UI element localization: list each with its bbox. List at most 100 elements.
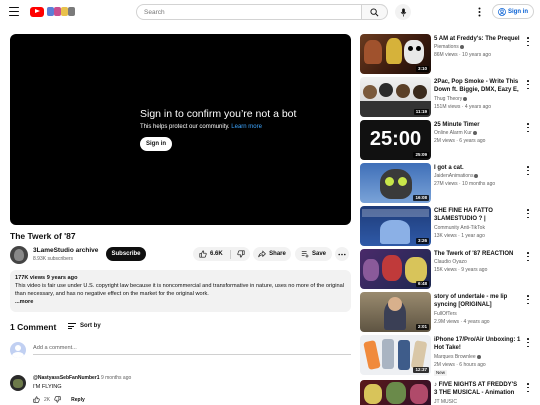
recommendation-meta: 2M views · 6 years ago (434, 138, 486, 144)
recommendation-item[interactable]: 6:48 The Twerk of '87 REACTION Claudio O… (360, 249, 535, 291)
new-badge: New (434, 370, 448, 376)
add-comment-input[interactable]: Add a comment... (33, 345, 351, 355)
channel-name-text: Piemations (434, 44, 459, 50)
comment-author[interactable]: @NastyassSebFanNumber1 (33, 375, 100, 381)
recommendation-title[interactable]: I got a cat. (434, 164, 522, 172)
channel-name-text: Thug Theory (434, 96, 463, 102)
video-thumbnail[interactable]: 3:26 (360, 206, 431, 246)
hamburger-menu-icon[interactable] (9, 7, 19, 16)
recommendation-menu-icon[interactable] (526, 37, 530, 46)
voice-search-button[interactable] (395, 4, 411, 20)
recommendation-meta: 13K views · 1 year ago (434, 233, 485, 239)
recommendation-menu-icon[interactable] (526, 338, 530, 347)
recommendation-title[interactable]: CHE FINE HA FATTO 3LAMESTUDIO ? | COMMUN… (434, 207, 522, 223)
video-thumbnail[interactable]: 2:01 (360, 292, 431, 332)
video-duration: 3:26 (415, 238, 429, 244)
more-actions-button[interactable] (335, 247, 349, 261)
show-more-link[interactable]: ...more (15, 298, 346, 306)
video-thumbnail[interactable]: 3:10 (360, 34, 431, 74)
recommendation-title[interactable]: story of undertale - me lip syncing [ORI… (434, 293, 522, 309)
recommendation-menu-icon[interactable] (526, 383, 530, 392)
recommendation-title[interactable]: 5 AM at Freddy's: The Prequel (434, 35, 522, 43)
settings-menu-button[interactable] (475, 6, 483, 18)
video-thumbnail[interactable]: 6:48 (360, 249, 431, 289)
video-title: The Twerk of '87 (10, 231, 76, 241)
account-circle-icon (498, 7, 506, 16)
video-thumbnail[interactable]: 16:08 (360, 163, 431, 203)
player-signin-button[interactable]: Sign in (140, 137, 172, 151)
recommendation-title[interactable]: The Twerk of '87 REACTION (434, 250, 522, 258)
recommendation-title[interactable]: 2Pac, Pop Smoke - Write This Down ft. Bi… (434, 78, 522, 94)
search-field[interactable] (136, 4, 362, 20)
description-box[interactable]: 177K views 9 years ago This video is fai… (10, 270, 351, 312)
recommendation-title[interactable]: iPhone 17/Pro/Air Unboxing: 1 Hot Take! (434, 336, 522, 352)
recommendation-channel: Thug Theory (434, 96, 468, 102)
recommendation-item[interactable]: 12:37 iPhone 17/Pro/Air Unboxing: 1 Hot … (360, 335, 535, 377)
recommendation-title[interactable]: ♪ FIVE NIGHTS AT FREDDY'S 3 THE MUSICAL … (434, 381, 522, 397)
video-duration: 3:10 (415, 66, 429, 72)
player-signin-subtext: This helps protect our community. Learn … (140, 124, 262, 130)
recommendation-channel: Marques Brownlee (434, 354, 481, 360)
recommendation-item[interactable]: 3:26 CHE FINE HA FATTO 3LAMESTUDIO ? | C… (360, 206, 535, 248)
search-input[interactable] (144, 8, 361, 16)
recommendation-menu-icon[interactable] (526, 295, 530, 304)
sort-comments-button[interactable]: Sort by (68, 323, 101, 329)
signin-button[interactable]: Sign in (492, 4, 534, 19)
doodle-logo-icon (47, 6, 77, 17)
recommendation-item[interactable]: ♪ FIVE NIGHTS AT FREDDY'S 3 THE MUSICAL … (360, 380, 535, 405)
recommendation-item[interactable]: 3:10 5 AM at Freddy's: The Prequel Piema… (360, 34, 535, 76)
recommendation-title[interactable]: 25 Minute Timer (434, 121, 522, 129)
player-signin-message: Sign in to confirm you’re not a bot (140, 108, 297, 120)
player-subtext: This helps protect our community. (140, 124, 230, 130)
recommendation-item[interactable]: 11:19 2Pac, Pop Smoke - Write This Down … (360, 77, 535, 119)
like-button[interactable]: 6.6K (193, 249, 231, 259)
comment-dislike-icon[interactable] (54, 396, 61, 403)
recommendation-menu-icon[interactable] (526, 209, 530, 218)
verified-check-icon (472, 130, 477, 135)
recommendation-item[interactable]: 25:00 25:09 25 Minute Timer Online Alarm… (360, 120, 535, 162)
microphone-icon (400, 7, 406, 17)
save-label: Save (311, 251, 326, 257)
comment-like-icon[interactable] (33, 396, 40, 403)
reply-button[interactable]: Reply (71, 397, 85, 403)
recommendation-item[interactable]: 16:08 I got a cat. JaidenAnimations 27M … (360, 163, 535, 205)
recommendation-channel: FullOfTers (434, 311, 457, 317)
channel-name-text: Marques Brownlee (434, 354, 476, 360)
recommendation-channel: JT MUSIC (434, 399, 457, 405)
dislike-button[interactable] (231, 250, 250, 258)
video-duration: 16:08 (413, 195, 429, 201)
share-button[interactable]: Share (253, 247, 291, 261)
video-duration: 2:01 (415, 324, 429, 330)
search-button[interactable] (362, 4, 388, 20)
recommendation-channel: Claudio Oyazo (434, 259, 467, 265)
subscribe-button[interactable]: Subscribe (106, 247, 146, 261)
recommendation-menu-icon[interactable] (526, 123, 530, 132)
video-thumbnail[interactable]: 11:19 (360, 77, 431, 117)
channel-avatar[interactable] (10, 246, 28, 264)
recommendation-meta: 15K views · 9 years ago (434, 267, 488, 273)
video-thumbnail[interactable]: 25:00 25:09 (360, 120, 431, 160)
recommendation-menu-icon[interactable] (526, 80, 530, 89)
save-playlist-icon (301, 251, 309, 258)
channel-name-text: Online Alarm Kur (434, 130, 472, 136)
video-duration: 25:09 (413, 152, 429, 158)
youtube-play-icon (30, 6, 44, 17)
thumbs-up-icon (199, 250, 207, 258)
save-button[interactable]: Save (295, 247, 332, 261)
user-avatar (10, 342, 26, 358)
comment-like-count: 2K (44, 396, 51, 403)
sort-icon (68, 323, 76, 329)
youtube-logo[interactable] (30, 6, 77, 17)
verified-check-icon (459, 44, 464, 49)
recommendation-item[interactable]: 2:01 story of undertale - me lip syncing… (360, 292, 535, 334)
learn-more-link[interactable]: Learn more (231, 124, 262, 130)
subscriber-count: 8.93K subscribers (33, 256, 74, 262)
video-thumbnail[interactable] (360, 380, 431, 405)
channel-name[interactable]: 3LameStudio archive (33, 247, 98, 254)
recommendation-menu-icon[interactable] (526, 252, 530, 261)
thumbs-down-icon (236, 250, 245, 258)
video-thumbnail[interactable]: 12:37 (360, 335, 431, 375)
comment-author-avatar[interactable] (10, 375, 26, 391)
recommendation-channel: Piemations (434, 44, 464, 50)
recommendation-menu-icon[interactable] (526, 166, 530, 175)
